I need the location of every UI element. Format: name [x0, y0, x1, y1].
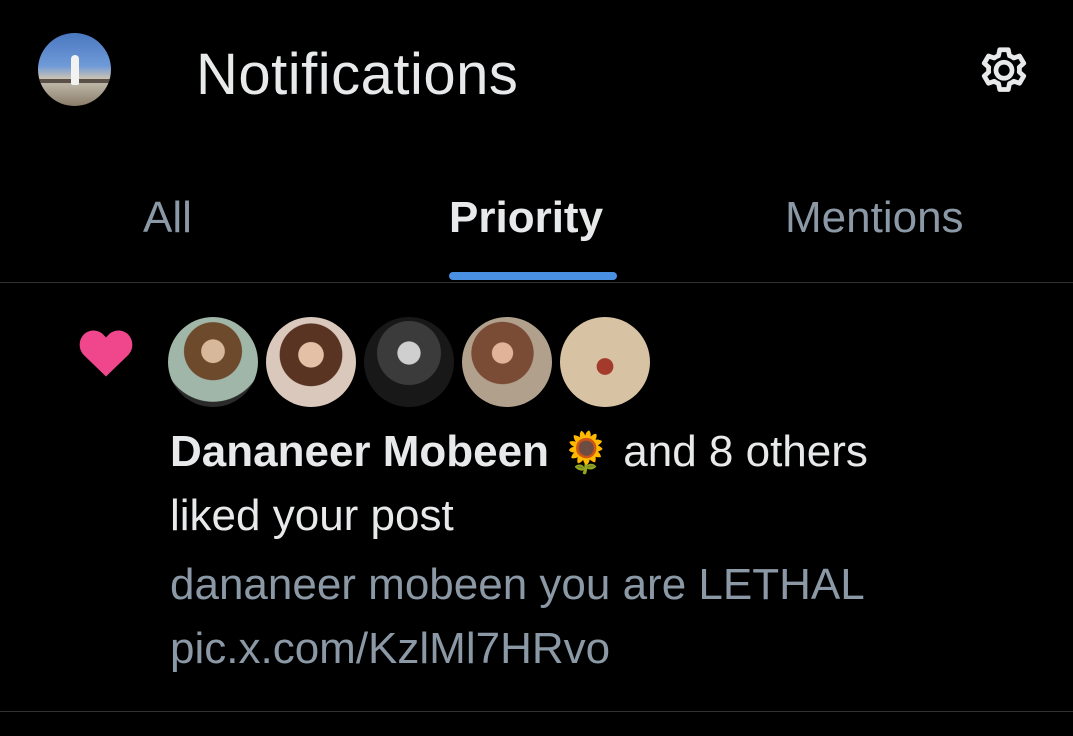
- active-tab-indicator: [449, 272, 617, 280]
- actor-name[interactable]: Dananeer Mobeen: [170, 427, 549, 476]
- page-title: Notifications: [196, 42, 519, 107]
- header: Notifications: [0, 0, 1073, 150]
- post-preview: dananeer mobeen you are LETHAL pic.x.com…: [170, 553, 865, 681]
- notification-summary: Dananeer Mobeen 🌻 and 8 others: [170, 421, 868, 484]
- liker-avatar[interactable]: [462, 317, 552, 407]
- avatar-figure: [71, 55, 79, 85]
- notification-item[interactable]: Dananeer Mobeen 🌻 and 8 others liked you…: [0, 283, 1073, 711]
- action-text: liked your post: [170, 491, 454, 540]
- profile-avatar[interactable]: [38, 33, 111, 106]
- liker-avatar[interactable]: [364, 317, 454, 407]
- tab-bar: All Priority Mentions: [0, 170, 1073, 282]
- liker-avatar[interactable]: [266, 317, 356, 407]
- post-preview-text: dananeer mobeen you are LETHAL: [170, 560, 865, 609]
- sunflower-emoji: 🌻: [561, 431, 612, 475]
- heart-icon: [79, 330, 133, 377]
- others-text: and 8 others: [623, 427, 868, 476]
- gear-icon: [981, 47, 1027, 92]
- liker-avatar[interactable]: [168, 317, 258, 407]
- tab-priority[interactable]: Priority: [449, 192, 603, 244]
- divider: [0, 711, 1073, 712]
- tab-all[interactable]: All: [143, 192, 192, 244]
- liker-avatar[interactable]: [560, 317, 650, 407]
- tab-mentions[interactable]: Mentions: [785, 192, 964, 244]
- settings-button[interactable]: [972, 40, 1036, 100]
- post-preview-link: pic.x.com/KzlMl7HRvo: [170, 624, 611, 673]
